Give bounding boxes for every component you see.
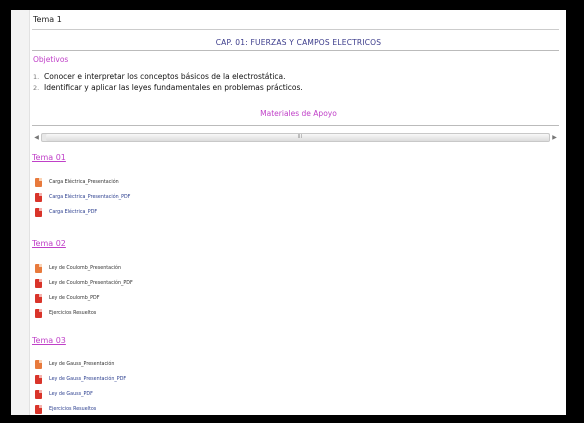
materials-heading: Materiales de Apoyo [260, 109, 337, 118]
topic-title: Tema 1 [33, 15, 62, 24]
file-link[interactable]: Carga Eléctrica_Presentación_PDF [34, 192, 130, 203]
file-label[interactable]: Ley de Gauss_PDF [49, 392, 93, 397]
scrollbar-thumb[interactable]: III [46, 134, 549, 141]
objective-item: 1. Conocer e interpretar los conceptos bá… [33, 71, 303, 82]
file-label[interactable]: Ley de Coulomb_Presentación_PDF [49, 281, 133, 286]
file-link[interactable]: Carga Eléctrica_PDF [34, 207, 97, 218]
section-link-tema-02[interactable]: Tema 02 [32, 239, 66, 248]
file-link[interactable]: Ley de Gauss_Presentación [34, 359, 114, 370]
file-label[interactable]: Carga Eléctrica_PDF [49, 210, 97, 215]
file-label[interactable]: Ejercicios Resueltos [49, 311, 96, 316]
ppt-icon [34, 359, 43, 370]
ppt-icon [34, 177, 43, 188]
objective-number: 2. [33, 84, 40, 92]
pdf-icon [34, 374, 43, 385]
file-link[interactable]: Carga Eléctrica_Presentación [34, 177, 119, 188]
pdf-icon [34, 389, 43, 400]
file-link[interactable]: Ejercicios Resueltos [34, 404, 96, 415]
horizontal-scrollbar[interactable]: ◀ III ▶ [32, 133, 559, 142]
objectives-heading: Objetivos [33, 55, 69, 64]
file-label[interactable]: Ley de Gauss_Presentación [49, 362, 114, 367]
pdf-icon [34, 404, 43, 415]
file-link[interactable]: Ley de Coulomb_Presentación_PDF [34, 278, 133, 289]
scroll-left-icon[interactable]: ◀ [32, 133, 41, 142]
objective-item: 2. Identificar y aplicar las leyes fundam… [33, 82, 303, 93]
file-link[interactable]: Ley de Coulomb_PDF [34, 293, 99, 304]
file-label[interactable]: Ley de Gauss_Presentación_PDF [49, 377, 126, 382]
file-label[interactable]: Ejercicios Resueltos [49, 407, 96, 412]
pdf-icon [34, 293, 43, 304]
pdf-icon [34, 308, 43, 319]
objectives-list: 1. Conocer e interpretar los conceptos bá… [33, 71, 303, 93]
pdf-icon [34, 192, 43, 203]
divider [32, 125, 559, 126]
course-window: Tema 1 CAP. 01: FUERZAS Y CAMPOS ELECTRI… [11, 10, 566, 415]
file-label[interactable]: Carga Eléctrica_Presentación [49, 180, 119, 185]
objective-text: Conocer e interpretar los conceptos bási… [44, 72, 286, 81]
file-link[interactable]: Ejercicios Resueltos [34, 308, 96, 319]
file-label[interactable]: Ley de Coulomb_Presentación [49, 266, 121, 271]
scrollbar-grip-icon: III [297, 134, 302, 140]
divider [32, 29, 559, 30]
chapter-title: CAP. 01: FUERZAS Y CAMPOS ELECTRICOS [215, 38, 382, 47]
course-page: Tema 1 CAP. 01: FUERZAS Y CAMPOS ELECTRI… [29, 10, 566, 415]
section-link-tema-03[interactable]: Tema 03 [32, 336, 66, 345]
scrollbar-track[interactable]: III [41, 133, 550, 142]
file-link[interactable]: Ley de Gauss_Presentación_PDF [34, 374, 126, 385]
scroll-right-icon[interactable]: ▶ [550, 133, 559, 142]
file-link[interactable]: Ley de Coulomb_Presentación [34, 263, 121, 274]
file-label[interactable]: Carga Eléctrica_Presentación_PDF [49, 195, 130, 200]
section-link-tema-01[interactable]: Tema 01 [32, 153, 66, 162]
pdf-icon [34, 207, 43, 218]
divider [32, 50, 559, 51]
ppt-icon [34, 263, 43, 274]
file-link[interactable]: Ley de Gauss_PDF [34, 389, 93, 400]
file-label[interactable]: Ley de Coulomb_PDF [49, 296, 99, 301]
pdf-icon [34, 278, 43, 289]
objective-text: Identificar y aplicar las leyes fundamen… [44, 83, 303, 92]
